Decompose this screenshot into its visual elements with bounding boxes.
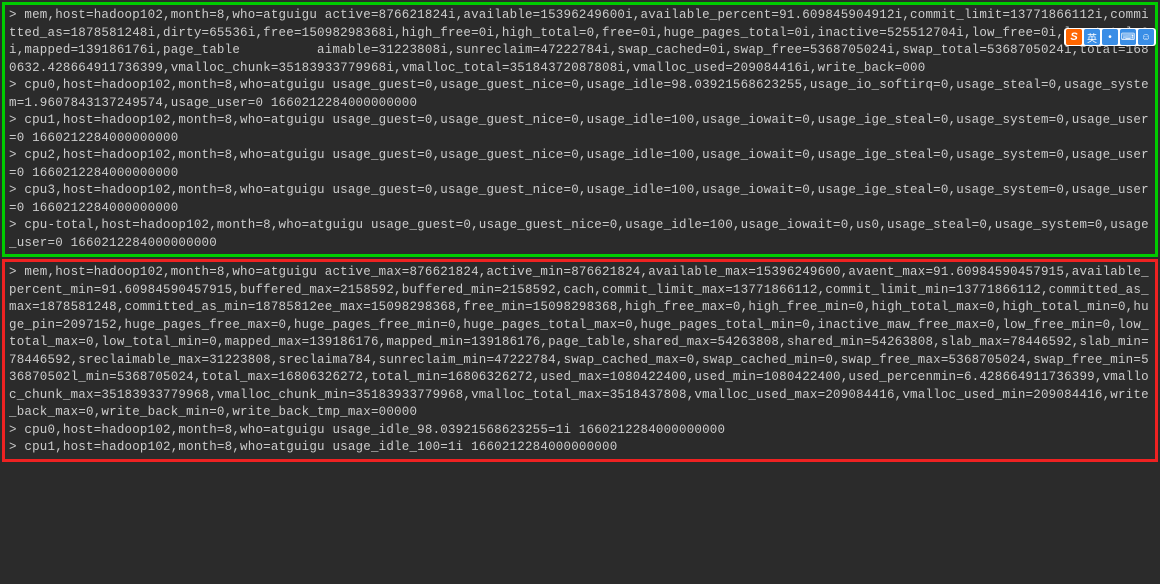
- ime-logo-icon[interactable]: S: [1066, 29, 1082, 45]
- ime-punctuation-button[interactable]: •: [1102, 29, 1118, 45]
- output-line: > cpu1,host=hadoop102,month=8,who=atguig…: [9, 112, 1151, 147]
- ime-language-button[interactable]: 英: [1084, 29, 1100, 45]
- output-line: > mem,host=hadoop102,month=8,who=atguigu…: [9, 264, 1151, 422]
- output-line: > cpu-total,host=hadoop102,month=8,who=a…: [9, 217, 1151, 252]
- terminal-output: > mem,host=hadoop102,month=8,who=atguigu…: [0, 0, 1160, 584]
- output-line: > cpu3,host=hadoop102,month=8,who=atguig…: [9, 182, 1151, 217]
- ime-emoji-button[interactable]: ☺: [1138, 29, 1154, 45]
- red-highlighted-section: > mem,host=hadoop102,month=8,who=atguigu…: [2, 259, 1158, 462]
- output-line: > cpu0,host=hadoop102,month=8,who=atguig…: [9, 422, 1151, 440]
- output-line: > cpu1,host=hadoop102,month=8,who=atguig…: [9, 439, 1151, 457]
- ime-toolbar[interactable]: S 英 • ⌨ ☺: [1064, 28, 1156, 46]
- output-line: > mem,host=hadoop102,month=8,who=atguigu…: [9, 7, 1151, 77]
- ime-keyboard-button[interactable]: ⌨: [1120, 29, 1136, 45]
- output-line: > cpu0,host=hadoop102,month=8,who=atguig…: [9, 77, 1151, 112]
- green-highlighted-section: > mem,host=hadoop102,month=8,who=atguigu…: [2, 2, 1158, 257]
- output-line: > cpu2,host=hadoop102,month=8,who=atguig…: [9, 147, 1151, 182]
